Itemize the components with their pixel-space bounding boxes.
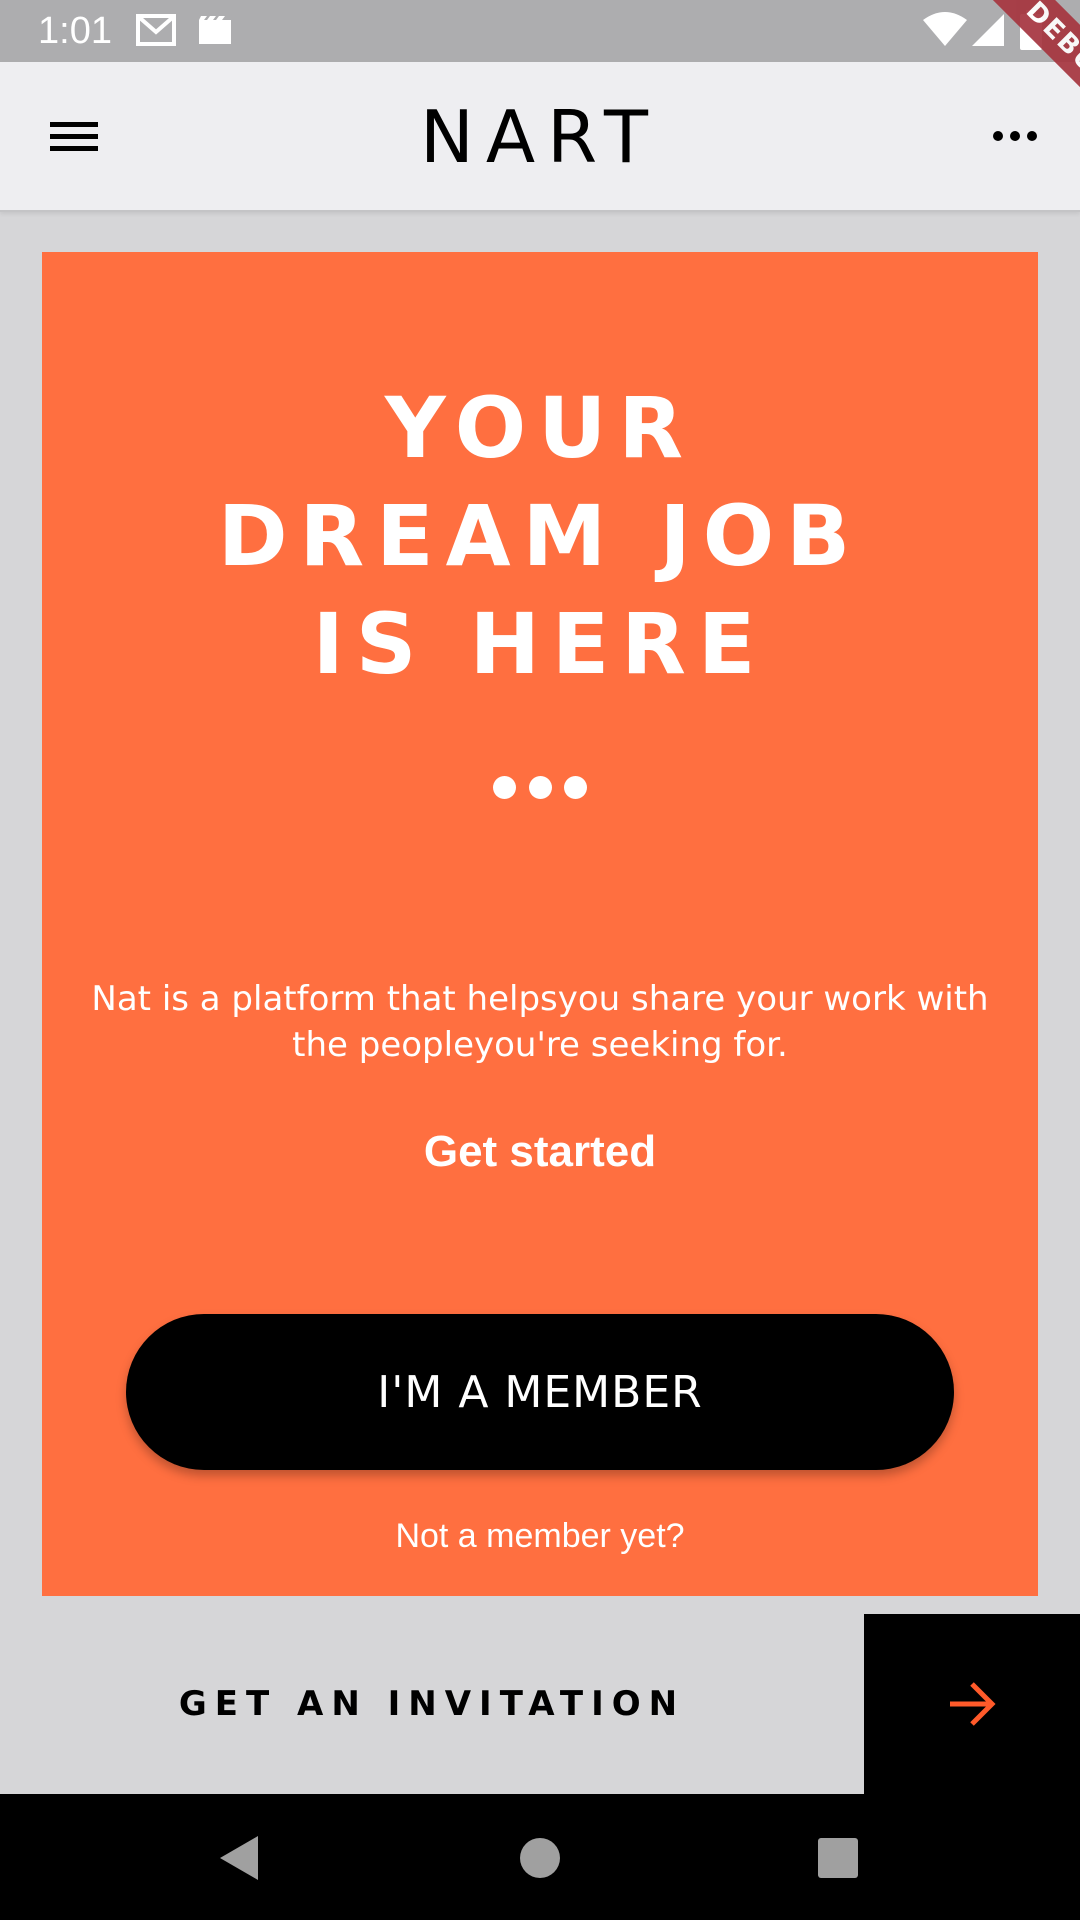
app-bar: NART [0,62,1080,212]
hero-description: Nat is a platform that helpsyou share yo… [91,979,989,1065]
home-icon[interactable] [510,1828,570,1888]
clapper-icon [198,14,232,51]
page-indicator-dot [563,776,587,799]
member-button[interactable]: I'M A MEMBER [126,1314,954,1470]
arrow-right-icon [950,1682,996,1726]
page-indicator-dot [528,776,552,799]
recents-icon[interactable] [808,1828,868,1888]
headline-line-3: IS HERE [312,595,768,693]
wifi-icon [922,12,968,53]
hero-card: YOUR DREAM JOB IS HERE Nat is a platform… [42,252,1038,1596]
system-nav-bar [0,1794,1080,1920]
page-indicator-dot [493,776,517,799]
not-member-link[interactable]: Not a member yet? [42,1514,1038,1558]
headline-line-1: YOUR [384,379,696,477]
headline-line-2: DREAM JOB [217,487,863,585]
invitation-bar[interactable]: GET AN INVITATION [0,1614,864,1794]
hero-headline: YOUR DREAM JOB IS HERE [42,374,1038,698]
get-started-label: Get started [423,1127,657,1176]
invitation-arrow-button[interactable] [864,1614,1080,1794]
gmail-icon [136,14,176,51]
screen: 1:01 DEBUG NART YOUR DREAM JOB IS HERE N… [0,0,1080,1920]
app-title: NART [420,95,660,179]
page-indicator [42,776,1038,800]
status-bar: 1:01 [0,0,1080,62]
get-invitation-label: GET AN INVITATION [178,1684,686,1724]
back-icon[interactable] [210,1828,270,1888]
status-time: 1:01 [38,10,112,52]
cellular-signal-icon [970,12,1006,53]
more-horizontal-icon[interactable] [980,112,1050,162]
